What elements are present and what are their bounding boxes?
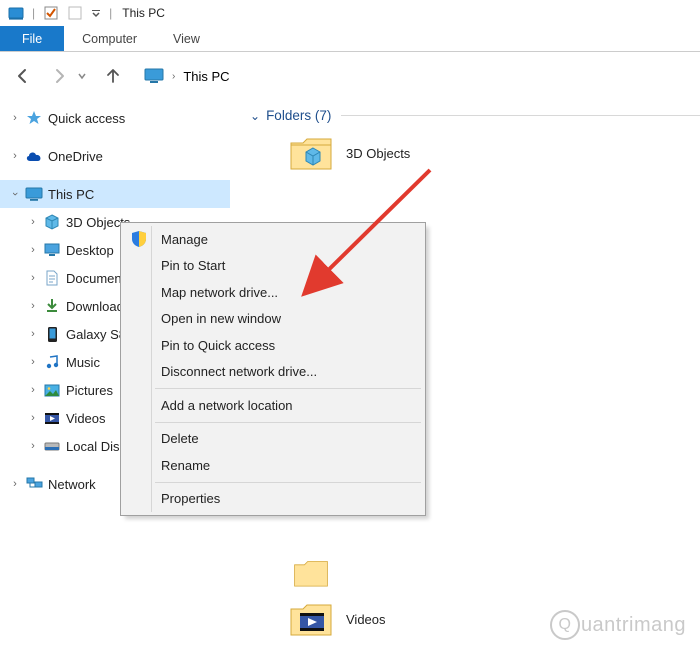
ctx-pin-start[interactable]: Pin to Start xyxy=(123,253,423,280)
context-menu: Manage Pin to Start Map network drive...… xyxy=(120,222,426,516)
ctx-open-new-window[interactable]: Open in new window xyxy=(123,306,423,333)
ctx-label: Delete xyxy=(161,431,199,446)
download-icon xyxy=(42,297,62,315)
expand-chevron-icon[interactable]: › xyxy=(8,112,22,124)
network-icon xyxy=(24,475,44,493)
sidebar-label: Videos xyxy=(66,411,106,426)
document-icon xyxy=(42,269,62,287)
tab-file[interactable]: File xyxy=(0,26,64,51)
expand-chevron-icon[interactable]: › xyxy=(26,440,40,452)
video-icon xyxy=(42,409,62,427)
sidebar-item-quick-access[interactable]: › Quick access xyxy=(0,104,230,132)
watermark-text: uantrimang xyxy=(581,614,686,637)
ctx-map-network-drive[interactable]: Map network drive... xyxy=(123,279,423,306)
tab-computer[interactable]: Computer xyxy=(64,26,155,51)
sidebar-label: Galaxy S8 xyxy=(66,327,126,342)
ctx-label: Map network drive... xyxy=(161,285,278,300)
sidebar-label: This PC xyxy=(48,187,94,202)
folder-3d-objects[interactable]: 3D Objects xyxy=(288,133,700,173)
sidebar-label: Pictures xyxy=(66,383,113,398)
ctx-add-network-location[interactable]: Add a network location xyxy=(123,392,423,419)
ctx-manage[interactable]: Manage xyxy=(123,226,423,253)
title-bar: | | This PC xyxy=(0,0,700,26)
group-header-label: Folders (7) xyxy=(266,108,331,123)
sidebar-label: Local Disk xyxy=(66,439,126,454)
disk-icon xyxy=(42,437,62,455)
sidebar-item-onedrive[interactable]: › OneDrive xyxy=(0,142,230,170)
history-dropdown[interactable] xyxy=(76,65,88,87)
ctx-properties[interactable]: Properties xyxy=(123,486,423,513)
sidebar-label: Network xyxy=(48,477,96,492)
ctx-pin-quick-access[interactable]: Pin to Quick access xyxy=(123,332,423,359)
folder-3d-icon xyxy=(288,133,334,173)
expand-chevron-icon[interactable]: › xyxy=(26,356,40,368)
ctx-label: Rename xyxy=(161,458,210,473)
folder-label: Videos xyxy=(346,612,386,627)
folder-label: 3D Objects xyxy=(346,146,410,161)
ctx-label: Pin to Quick access xyxy=(161,338,275,353)
window-icon xyxy=(7,4,25,22)
expand-chevron-icon[interactable]: › xyxy=(26,216,40,228)
qat-properties-icon[interactable] xyxy=(42,4,60,22)
picture-icon xyxy=(42,381,62,399)
sidebar-label: Quick access xyxy=(48,111,125,126)
shield-icon xyxy=(131,231,147,247)
sidebar-label: OneDrive xyxy=(48,149,103,164)
up-button[interactable] xyxy=(102,65,124,87)
breadcrumb-chevron-icon[interactable]: › xyxy=(172,71,175,82)
ctx-label: Manage xyxy=(161,232,208,247)
ctx-label: Disconnect network drive... xyxy=(161,364,317,379)
expand-chevron-icon[interactable]: › xyxy=(26,328,40,340)
ctx-label: Add a network location xyxy=(161,398,293,413)
chevron-down-icon: ⌄ xyxy=(250,109,260,123)
forward-button[interactable] xyxy=(48,65,70,87)
sidebar-item-this-pc[interactable]: › This PC xyxy=(0,180,230,208)
folder-generic-icon xyxy=(292,557,330,590)
ctx-label: Open in new window xyxy=(161,311,281,326)
expand-chevron-icon[interactable]: › xyxy=(8,478,22,490)
qat-dropdown-icon[interactable] xyxy=(90,4,102,22)
qat-blank-icon[interactable] xyxy=(66,4,84,22)
folders-group-header[interactable]: ⌄ Folders (7) xyxy=(250,108,700,123)
cloud-icon xyxy=(24,147,44,165)
group-divider xyxy=(341,115,700,116)
pc-icon xyxy=(144,68,164,84)
expand-chevron-icon[interactable]: › xyxy=(8,150,22,162)
address-bar[interactable]: › This PC xyxy=(144,68,230,84)
star-icon xyxy=(24,109,44,127)
folder-video-icon xyxy=(288,599,334,639)
desktop-icon xyxy=(42,241,62,259)
collapse-chevron-icon[interactable]: › xyxy=(9,187,21,201)
ctx-disconnect-network-drive[interactable]: Disconnect network drive... xyxy=(123,359,423,386)
navigation-bar: › This PC xyxy=(0,52,700,100)
ctx-label: Pin to Start xyxy=(161,258,225,273)
expand-chevron-icon[interactable]: › xyxy=(26,272,40,284)
folder-item-hidden[interactable] xyxy=(288,553,700,593)
ctx-separator xyxy=(155,388,421,389)
expand-chevron-icon[interactable]: › xyxy=(26,412,40,424)
bulb-icon: Q xyxy=(550,610,580,640)
expand-chevron-icon[interactable]: › xyxy=(26,384,40,396)
ctx-label: Properties xyxy=(161,491,220,506)
ribbon-tabs: File Computer View xyxy=(0,26,700,52)
ctx-separator xyxy=(155,422,421,423)
sidebar-label: Desktop xyxy=(66,243,114,258)
phone-icon xyxy=(42,325,62,343)
ctx-rename[interactable]: Rename xyxy=(123,452,423,479)
cube-icon xyxy=(42,213,62,231)
sidebar-label: Music xyxy=(66,355,100,370)
music-icon xyxy=(42,353,62,371)
pc-icon xyxy=(24,185,44,203)
ctx-separator xyxy=(155,482,421,483)
tab-view[interactable]: View xyxy=(155,26,218,51)
back-button[interactable] xyxy=(12,65,34,87)
expand-chevron-icon[interactable]: › xyxy=(26,244,40,256)
qat-separator-2: | xyxy=(109,6,112,20)
breadcrumb-location[interactable]: This PC xyxy=(183,69,229,84)
window-title: This PC xyxy=(122,6,165,20)
watermark: Q uantrimang xyxy=(550,610,686,640)
qat-separator: | xyxy=(32,6,35,20)
ctx-delete[interactable]: Delete xyxy=(123,426,423,453)
expand-chevron-icon[interactable]: › xyxy=(26,300,40,312)
